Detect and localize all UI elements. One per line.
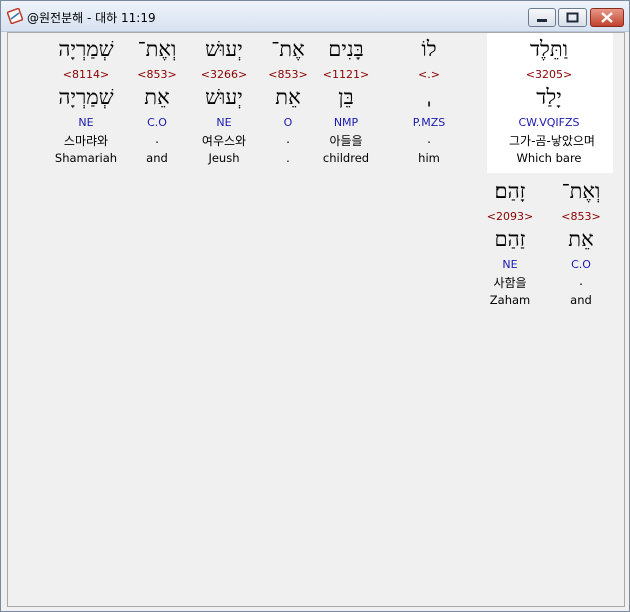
root-word: זַהַם: [494, 227, 526, 251]
korean-gloss: 스마랴와: [63, 134, 109, 148]
english-gloss: him: [418, 151, 440, 165]
strong-number: <.>: [418, 68, 440, 81]
strong-number: <853>: [137, 68, 177, 81]
word-8[interactable]: זָהַם׃ <2093> זַהַם NE 사함을 Zaham: [470, 176, 550, 316]
close-icon: [601, 12, 613, 23]
grammar-code: NE: [502, 258, 518, 271]
window-title: @원전분해 - 대하 11:19: [27, 11, 156, 25]
app-icon: [7, 8, 23, 24]
english-gloss: and: [570, 293, 592, 307]
korean-gloss: .: [427, 132, 431, 146]
hebrew-word: וְאֶת־: [561, 179, 601, 203]
maximize-icon: [566, 12, 579, 23]
grammar-code: C.O: [571, 258, 591, 271]
title-bar[interactable]: @원전분해 - 대하 11:19: [1, 1, 629, 32]
root-word: שְׁמַרְיָה: [58, 85, 114, 109]
grammar-code: P.MZS: [412, 116, 446, 129]
root-word: אֵת: [568, 227, 594, 251]
hebrew-word: וְאֶת־: [137, 37, 177, 61]
english-gloss: and: [146, 151, 168, 165]
minimize-button[interactable]: [528, 8, 556, 27]
grammar-code: C.O: [147, 116, 167, 129]
root-word: אֵת: [144, 85, 170, 109]
maximize-button[interactable]: [558, 8, 587, 27]
root-word: ˌ: [426, 85, 432, 109]
word-0[interactable]: וַתֵּלֶד <3205> יָלַד CW.VQIFZS 그가-곰-낳았으…: [509, 34, 595, 174]
grammar-code: CW.VQIFZS: [518, 116, 580, 129]
strong-number: <2093>: [486, 210, 534, 223]
strong-number: <8114>: [62, 68, 110, 81]
korean-gloss: .: [579, 274, 583, 288]
hebrew-word: זָהַם׃: [494, 179, 526, 203]
close-button[interactable]: [590, 8, 624, 27]
analysis-panel: וַתֵּלֶד <3205> יָלַד CW.VQIFZS 그가-곰-낳았으…: [7, 32, 625, 607]
word-6[interactable]: שְׁמַרְיָה <8114> שְׁמַרְיָה NE 스마랴와 Sha…: [46, 34, 126, 174]
root-word: יָלַד: [536, 85, 562, 109]
grammar-code: NE: [78, 116, 94, 129]
word-7[interactable]: וְאֶת־ <853> אֵת C.O . and: [541, 176, 621, 316]
word-1[interactable]: לוֹ <.> ˌ P.MZS . him: [389, 34, 469, 174]
app-window: @원전분해 - 대하 11:19 וַתֵּלֶד <3205> יָלַד C…: [0, 0, 630, 612]
hebrew-word: שְׁמַרְיָה: [58, 37, 114, 61]
english-gloss: Zaham: [489, 293, 531, 307]
korean-gloss: .: [155, 132, 159, 146]
strong-number: <3205>: [525, 68, 573, 81]
strong-number: <853>: [561, 210, 601, 223]
korean-gloss: 그가-곰-낳았으며: [509, 134, 595, 148]
hebrew-word: וַתֵּלֶד: [529, 37, 569, 61]
english-gloss: Shamariah: [54, 151, 118, 165]
minimize-icon: [537, 19, 547, 22]
korean-gloss: 사함을: [493, 276, 527, 290]
word-5[interactable]: וְאֶת־ <853> אֵת C.O . and: [117, 34, 197, 174]
hebrew-word: לוֹ: [421, 37, 437, 61]
english-gloss: Which bare: [516, 151, 582, 165]
